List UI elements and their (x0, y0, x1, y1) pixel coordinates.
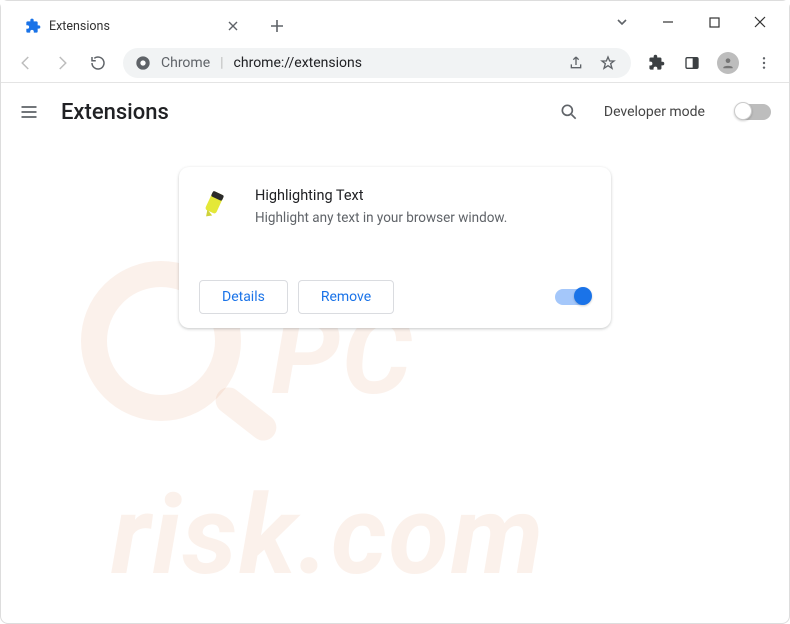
tab-search-button[interactable] (599, 3, 645, 41)
watermark-line2: risk.com (111, 471, 545, 600)
omnibox-url: chrome://extensions (234, 55, 362, 71)
page-title: Extensions (61, 100, 169, 125)
profile-avatar[interactable] (713, 48, 743, 78)
tabs-area: Extensions (1, 1, 599, 43)
developer-mode-label: Developer mode (604, 104, 705, 120)
extension-puzzle-icon (25, 18, 41, 34)
extensions-page-header: Extensions Developer mode (1, 83, 789, 141)
window-maximize-button[interactable] (691, 3, 737, 41)
back-button[interactable] (11, 48, 41, 78)
window-minimize-button[interactable] (645, 3, 691, 41)
browser-toolbar: Chrome | chrome://extensions (1, 43, 789, 83)
window-controls (599, 1, 789, 43)
toggle-knob (734, 102, 752, 120)
window-close-button[interactable] (737, 3, 783, 41)
extension-card: Highlighting Text Highlight any text in … (179, 167, 611, 328)
extension-card-text: Highlighting Text Highlight any text in … (255, 187, 507, 226)
bookmark-star-icon[interactable] (597, 48, 619, 78)
extension-card-header: Highlighting Text Highlight any text in … (199, 187, 591, 226)
forward-button[interactable] (47, 48, 77, 78)
extensions-icon[interactable] (641, 48, 671, 78)
chrome-logo-icon (135, 55, 151, 71)
omnibox-scheme-label: Chrome (161, 55, 210, 71)
details-button[interactable]: Details (199, 280, 288, 314)
developer-mode-toggle[interactable] (735, 104, 771, 120)
new-tab-button[interactable] (263, 12, 291, 40)
reload-button[interactable] (83, 48, 113, 78)
window-titlebar: Extensions (1, 1, 789, 43)
omnibox-separator: | (220, 55, 223, 71)
side-panel-icon[interactable] (677, 48, 707, 78)
hamburger-menu-button[interactable] (19, 102, 43, 122)
highlighter-icon (199, 187, 235, 223)
toggle-knob (574, 287, 592, 305)
browser-tab[interactable]: Extensions (13, 9, 253, 43)
extension-description: Highlight any text in your browser windo… (255, 210, 507, 226)
search-button[interactable] (552, 95, 586, 129)
address-bar[interactable]: Chrome | chrome://extensions (123, 48, 631, 78)
remove-button[interactable]: Remove (298, 280, 394, 314)
extensions-content: PC risk.com Highlighting Text Highlight … (1, 141, 789, 623)
extension-enabled-toggle[interactable] (555, 289, 591, 305)
avatar-icon (717, 52, 739, 74)
tab-close-button[interactable] (225, 18, 241, 34)
share-icon[interactable] (565, 48, 587, 78)
extension-card-actions: Details Remove (199, 280, 591, 314)
extension-name: Highlighting Text (255, 187, 507, 204)
menu-kebab-icon[interactable] (749, 48, 779, 78)
tab-title: Extensions (49, 19, 217, 34)
